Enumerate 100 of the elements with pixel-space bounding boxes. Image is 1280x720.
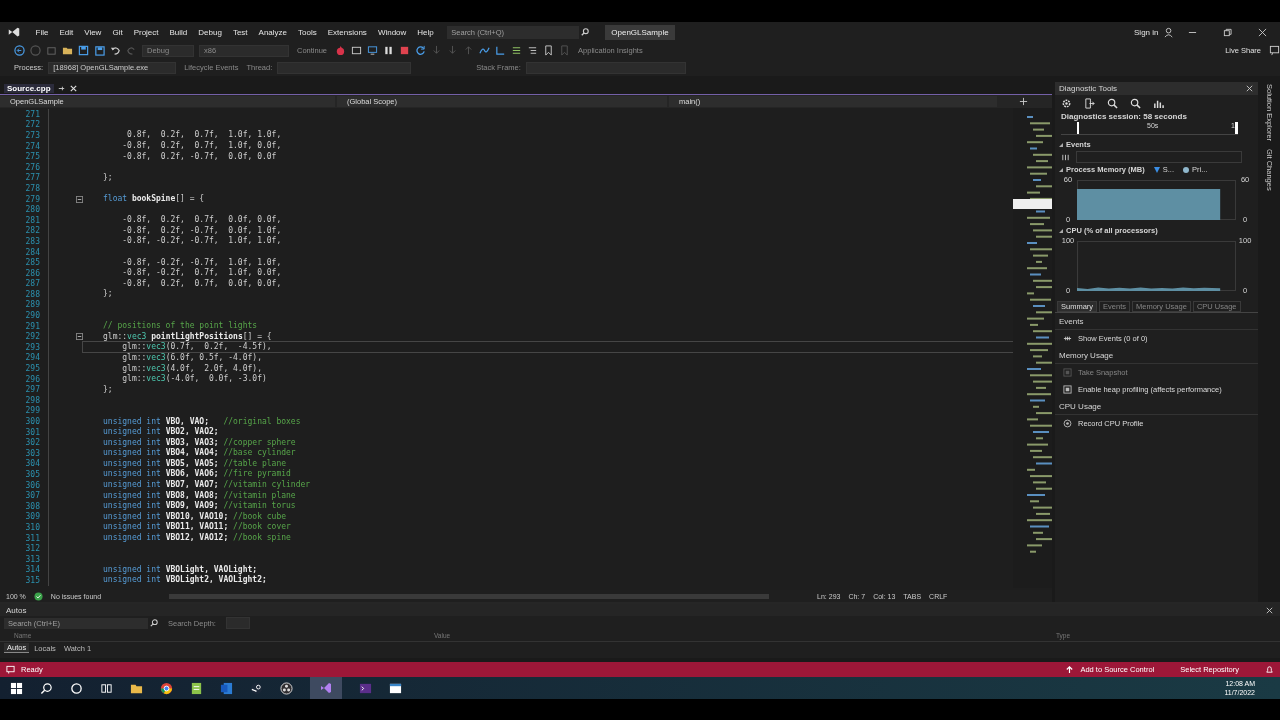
line-number: 288 bbox=[24, 289, 40, 299]
search-icon[interactable] bbox=[581, 28, 590, 36]
code-line: unsigned int VBO9, VAO9; //vitamin torus bbox=[103, 501, 296, 512]
document-icon[interactable] bbox=[220, 681, 233, 695]
code-line: unsigned int VBO, VAO; //original boxes bbox=[103, 416, 301, 427]
terminal-icon[interactable] bbox=[359, 681, 372, 695]
code-line: unsigned int VBOLight2, VAOLight2; bbox=[103, 575, 267, 586]
line-number: 308 bbox=[24, 501, 40, 511]
close-icon[interactable] bbox=[1258, 27, 1267, 37]
monitor-icon[interactable] bbox=[367, 45, 379, 56]
browser-icon[interactable] bbox=[160, 681, 173, 695]
menu-item[interactable]: Window bbox=[372, 27, 412, 37]
sign-in-link[interactable]: Sign in bbox=[1128, 27, 1164, 37]
code-line: unsigned int VBO6, VAO6; //fire pyramid bbox=[103, 469, 291, 480]
expand-icon[interactable] bbox=[1059, 142, 1063, 147]
recorder-icon[interactable] bbox=[280, 681, 293, 695]
menu-item[interactable]: Extensions bbox=[322, 27, 373, 37]
export-icon[interactable] bbox=[1084, 98, 1095, 109]
line-number: 300 bbox=[24, 417, 40, 426]
line-number: 278 bbox=[24, 183, 40, 193]
document-tab[interactable]: Source.cpp bbox=[4, 83, 54, 93]
list-icon[interactable] bbox=[527, 45, 539, 56]
menu-item[interactable]: Help bbox=[411, 27, 440, 37]
feedback-icon[interactable] bbox=[1269, 45, 1280, 56]
menu-item[interactable]: File bbox=[30, 27, 54, 37]
line-number: 301 bbox=[24, 427, 40, 437]
restore-icon[interactable] bbox=[1223, 27, 1232, 37]
circle-icon[interactable] bbox=[70, 681, 83, 695]
line-number: 277 bbox=[24, 173, 40, 183]
check-circle-icon bbox=[33, 591, 43, 601]
menu-item[interactable]: Edit bbox=[53, 27, 79, 37]
close-icon[interactable] bbox=[68, 83, 78, 93]
notification-icon[interactable] bbox=[1265, 665, 1274, 674]
ide-taskbar-button[interactable] bbox=[310, 677, 342, 699]
line-number: 292 bbox=[24, 332, 40, 342]
pause-icon[interactable] bbox=[383, 45, 395, 56]
zoom-out-icon[interactable] bbox=[1130, 98, 1141, 109]
collapse-icon[interactable] bbox=[75, 333, 83, 341]
line-number: 302 bbox=[24, 438, 40, 448]
panel-title: Autos bbox=[6, 605, 27, 615]
window-icon[interactable] bbox=[351, 45, 363, 56]
search-icon[interactable] bbox=[150, 619, 158, 627]
line-number: 298 bbox=[24, 395, 40, 405]
line-number: 289 bbox=[24, 300, 40, 310]
person-icon[interactable] bbox=[1164, 26, 1175, 38]
search-icon[interactable] bbox=[40, 681, 53, 695]
stop-icon[interactable] bbox=[399, 45, 411, 56]
line-number: 284 bbox=[24, 247, 40, 257]
menu-item[interactable]: View bbox=[78, 27, 107, 37]
code-line: unsigned int VBOLight, VAOLight; bbox=[103, 564, 258, 575]
split-icon[interactable] bbox=[1019, 97, 1028, 106]
line-number: 299 bbox=[24, 406, 40, 416]
window-icon[interactable] bbox=[389, 681, 402, 695]
section-title: CPU Usage bbox=[1055, 398, 1259, 415]
save-icon[interactable] bbox=[78, 45, 89, 56]
code-line: unsigned int VBO12, VAO12; //book spine bbox=[103, 533, 291, 544]
pause-icon[interactable] bbox=[1061, 152, 1070, 162]
close-icon[interactable] bbox=[1265, 605, 1274, 615]
menu-item[interactable]: Debug bbox=[192, 27, 228, 37]
flame-icon[interactable] bbox=[335, 45, 347, 56]
line-number: 295 bbox=[24, 364, 40, 374]
menu-item[interactable]: Test bbox=[227, 27, 254, 37]
back-icon[interactable] bbox=[14, 45, 25, 56]
expand-icon[interactable] bbox=[1059, 167, 1063, 172]
line-number: 307 bbox=[24, 491, 40, 501]
threads-icon[interactable] bbox=[479, 45, 491, 56]
line-number: 282 bbox=[24, 226, 40, 236]
menu-item[interactable]: Build bbox=[164, 27, 193, 37]
folder-icon[interactable] bbox=[62, 45, 73, 56]
line-number: 273 bbox=[24, 131, 40, 140]
menu-item[interactable]: Git bbox=[106, 27, 129, 37]
snapshot-icon bbox=[1063, 368, 1072, 377]
line-number: 305 bbox=[24, 470, 40, 479]
zoom-in-icon[interactable] bbox=[1107, 98, 1118, 109]
bar-chart-icon[interactable] bbox=[1153, 98, 1164, 109]
line-number: 290 bbox=[24, 311, 40, 321]
undo-icon[interactable] bbox=[110, 45, 121, 56]
close-icon[interactable] bbox=[1245, 84, 1255, 93]
notepad-icon[interactable] bbox=[190, 681, 203, 695]
line-number: 271 bbox=[24, 109, 40, 119]
save-all-icon[interactable] bbox=[94, 45, 105, 56]
task-view-icon[interactable] bbox=[100, 681, 113, 695]
expand-icon[interactable] bbox=[1059, 228, 1063, 233]
code-line: unsigned int VBO7, VAO7; //vitamin cylinder bbox=[103, 480, 311, 491]
bookmark-icon[interactable] bbox=[543, 45, 555, 56]
menu-item[interactable]: Tools bbox=[292, 27, 323, 37]
settings-icon[interactable] bbox=[1061, 98, 1072, 109]
list-icon[interactable] bbox=[511, 45, 523, 56]
menu-item[interactable]: Analyze bbox=[253, 27, 293, 37]
line-number: 312 bbox=[24, 544, 40, 554]
code-line: -0.8f, -0.2f, -0.7f, 1.0f, 1.0f, bbox=[121, 236, 282, 247]
message-icon bbox=[6, 665, 15, 674]
menu-item[interactable]: Project bbox=[128, 27, 165, 37]
snapshot-icon bbox=[1063, 385, 1072, 394]
line-number: 309 bbox=[24, 512, 40, 522]
restart-icon[interactable] bbox=[415, 45, 427, 56]
start-button[interactable] bbox=[10, 681, 23, 695]
horizontal-scrollbar[interactable] bbox=[169, 593, 770, 599]
collapse-icon[interactable] bbox=[75, 195, 83, 203]
line-number: 280 bbox=[24, 205, 40, 215]
